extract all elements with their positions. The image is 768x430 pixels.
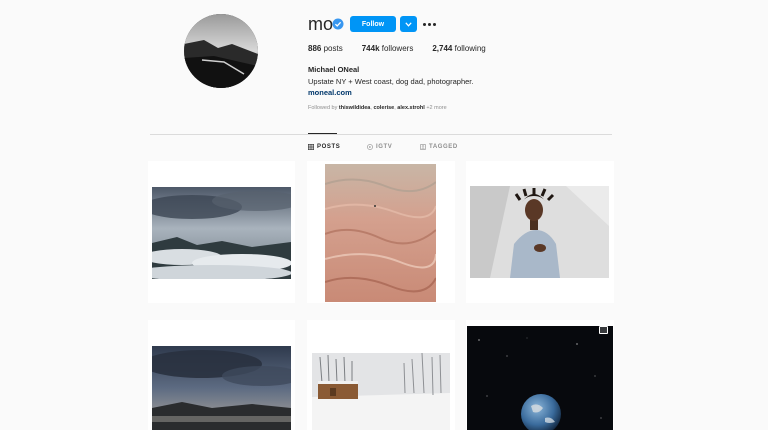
chevron-down-icon	[405, 21, 412, 27]
profile-stats: 886 posts 744k followers 2,744 following	[308, 44, 505, 53]
following-count[interactable]: 2,744 following	[432, 44, 485, 53]
profile-bio: Upstate NY + West coast, dog dad, photog…	[308, 77, 474, 86]
profile-website-link[interactable]: moneal.com	[308, 88, 352, 97]
profile-username: mo	[308, 14, 334, 34]
tabs-divider	[150, 134, 612, 135]
post-thumbnail[interactable]	[148, 320, 295, 430]
follow-button[interactable]: Follow	[350, 16, 396, 32]
post-thumbnail[interactable]	[466, 161, 614, 303]
more-options-icon[interactable]	[423, 18, 436, 30]
post-thumbnail[interactable]	[148, 161, 295, 303]
tab-posts[interactable]: POSTS	[308, 144, 340, 150]
igtv-icon	[367, 144, 373, 150]
profile-full-name: Michael ONeal	[308, 65, 360, 74]
post-thumbnail[interactable]	[307, 320, 455, 430]
tag-icon	[420, 144, 426, 150]
suggested-accounts-button[interactable]	[400, 16, 417, 32]
grid-icon	[308, 144, 314, 150]
post-thumbnail[interactable]	[466, 320, 614, 430]
tab-igtv[interactable]: IGTV	[367, 144, 392, 150]
tab-tagged[interactable]: TAGGED	[420, 144, 458, 150]
followers-count[interactable]: 744k followers	[362, 44, 414, 53]
multiple-photos-icon	[599, 326, 608, 334]
followed-by[interactable]: Followed by thiswildidea, colerise, alex…	[308, 105, 447, 111]
posts-count: 886 posts	[308, 44, 343, 53]
active-tab-indicator	[308, 133, 337, 134]
profile-avatar[interactable]	[184, 14, 258, 88]
verified-badge-icon	[332, 18, 344, 30]
post-thumbnail[interactable]	[307, 161, 455, 303]
